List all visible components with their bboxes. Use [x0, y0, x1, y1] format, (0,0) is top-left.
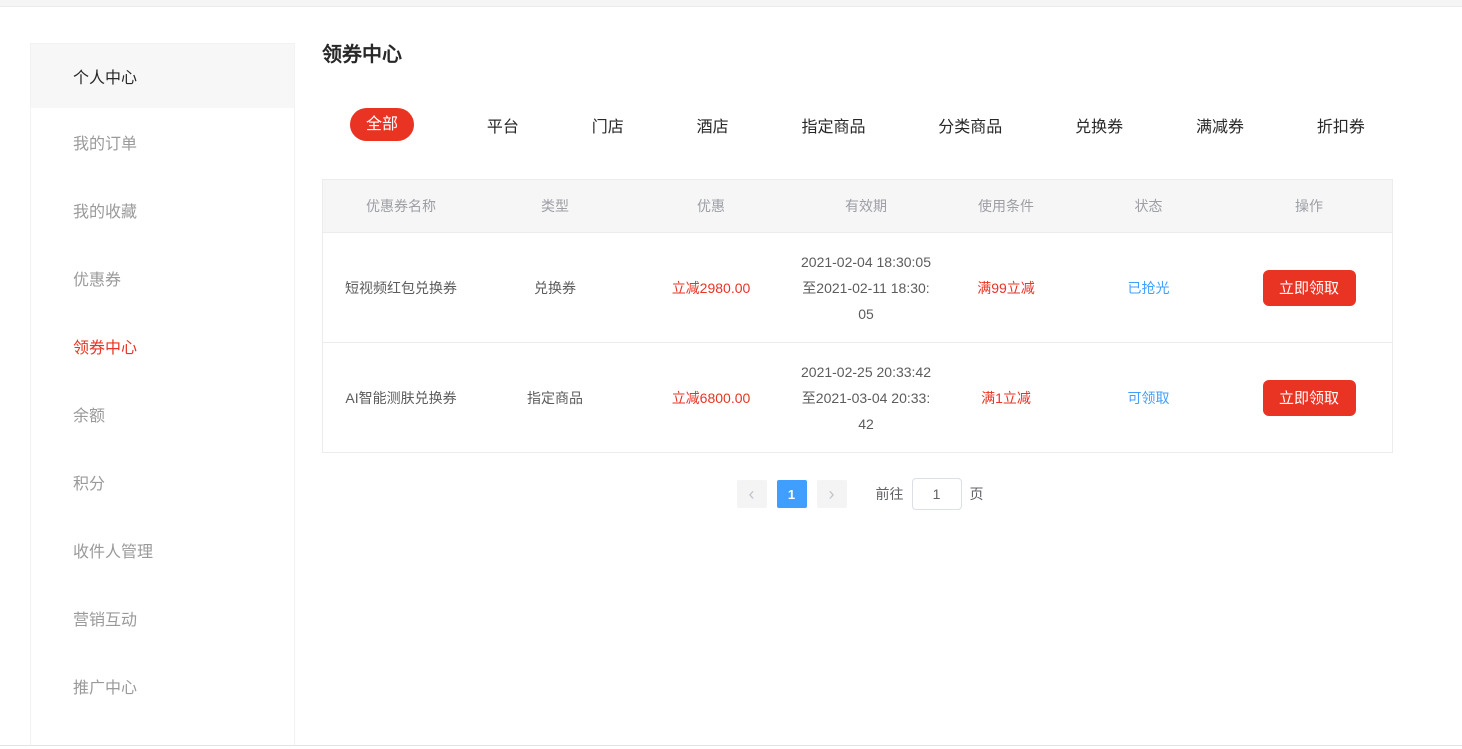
- coupon-category-tabs: 全部 平台 门店 酒店 指定商品 分类商品 兑换券 满减券 折扣券: [322, 108, 1393, 141]
- chevron-right-icon: ›: [829, 485, 835, 503]
- sidebar-item-coupon-center[interactable]: 领券中心: [31, 312, 294, 380]
- sidebar-item-promotion-center[interactable]: 推广中心: [31, 652, 294, 720]
- page-jumper: 前往 页: [876, 478, 984, 510]
- column-header-discount: 优惠: [631, 196, 791, 216]
- coupon-condition: 满1立减: [941, 388, 1071, 408]
- coupon-status: 可领取: [1071, 388, 1226, 408]
- table-row: 短视频红包兑换券 兑换券 立减2980.00 2021-02-04 18:30:…: [323, 232, 1392, 342]
- page-unit-label: 页: [970, 484, 984, 504]
- receive-now-button[interactable]: 立即领取: [1263, 270, 1356, 306]
- sidebar-item-recipient-management[interactable]: 收件人管理: [31, 516, 294, 584]
- tab-full-reduction-coupon[interactable]: 满减券: [1196, 113, 1244, 137]
- sidebar-item-label: 收件人管理: [73, 538, 153, 562]
- sidebar-item-marketing-interaction[interactable]: 营销互动: [31, 584, 294, 652]
- next-page-button[interactable]: ›: [817, 480, 847, 508]
- coupon-table: 优惠券名称 类型 优惠 有效期 使用条件 状态 操作 短视频红包兑换券 兑换券 …: [322, 179, 1393, 453]
- coupon-discount: 立减2980.00: [631, 278, 791, 298]
- sidebar-item-my-favorites[interactable]: 我的收藏: [31, 176, 294, 244]
- pagination: ‹ 1 › 前往 页: [322, 478, 1393, 510]
- user-center-sidebar: 个人中心 我的订单 我的收藏 优惠券 领券中心 余额 积分 收件人管理 营销互动…: [30, 43, 295, 745]
- sidebar-header: 个人中心: [31, 44, 294, 108]
- sidebar-item-label: 我的订单: [73, 130, 137, 154]
- tab-platform[interactable]: 平台: [487, 113, 519, 137]
- sidebar-item-my-orders[interactable]: 我的订单: [31, 108, 294, 176]
- coupon-type: 兑换券: [479, 278, 631, 298]
- sidebar-item-label: 余额: [73, 402, 105, 426]
- coupon-validity: 2021-02-25 20:33:42至2021-03-04 20:33:42: [800, 359, 932, 437]
- sidebar-item-label: 推广中心: [73, 674, 137, 698]
- sidebar-item-label: 领券中心: [73, 334, 137, 358]
- goto-page-input[interactable]: [912, 478, 962, 510]
- sidebar-item-label: 我的收藏: [73, 198, 137, 222]
- sidebar-item-balance[interactable]: 余额: [31, 380, 294, 448]
- tab-all[interactable]: 全部: [350, 108, 414, 141]
- goto-label: 前往: [876, 484, 904, 504]
- prev-page-button[interactable]: ‹: [737, 480, 767, 508]
- coupon-status: 已抢光: [1071, 278, 1226, 298]
- coupon-name: AI智能测肤兑换券: [323, 388, 479, 408]
- table-header-row: 优惠券名称 类型 优惠 有效期 使用条件 状态 操作: [323, 180, 1392, 232]
- sidebar-item-label: 优惠券: [73, 266, 121, 290]
- column-header-type: 类型: [479, 196, 631, 216]
- column-header-action: 操作: [1226, 196, 1392, 216]
- table-row: AI智能测肤兑换券 指定商品 立减6800.00 2021-02-25 20:3…: [323, 342, 1392, 452]
- coupon-condition: 满99立减: [941, 278, 1071, 298]
- column-header-status: 状态: [1071, 196, 1226, 216]
- sidebar-header-label: 个人中心: [73, 64, 137, 88]
- page-bottom-divider: [0, 745, 1462, 746]
- tab-specified-product[interactable]: 指定商品: [801, 113, 865, 137]
- tab-store[interactable]: 门店: [592, 113, 624, 137]
- chevron-left-icon: ‹: [749, 485, 755, 503]
- page-title: 领券中心: [322, 43, 1393, 67]
- coupon-discount: 立减6800.00: [631, 388, 791, 408]
- tab-discount-coupon[interactable]: 折扣券: [1317, 113, 1365, 137]
- tab-category-product[interactable]: 分类商品: [938, 113, 1002, 137]
- coupon-center-main: 领券中心 全部 平台 门店 酒店 指定商品 分类商品 兑换券 满减券 折扣券 优…: [322, 43, 1393, 510]
- tab-exchange-coupon[interactable]: 兑换券: [1075, 113, 1123, 137]
- column-header-validity: 有效期: [791, 196, 941, 216]
- column-header-condition: 使用条件: [941, 196, 1071, 216]
- sidebar-item-label: 积分: [73, 470, 105, 494]
- coupon-name: 短视频红包兑换券: [323, 278, 479, 298]
- column-header-coupon-name: 优惠券名称: [323, 196, 479, 216]
- tab-hotel[interactable]: 酒店: [697, 113, 729, 137]
- receive-now-button[interactable]: 立即领取: [1263, 380, 1356, 416]
- coupon-type: 指定商品: [479, 388, 631, 408]
- sidebar-item-label: 营销互动: [73, 606, 137, 630]
- coupon-validity: 2021-02-04 18:30:05至2021-02-11 18:30:05: [800, 249, 932, 327]
- sidebar-item-my-coupons[interactable]: 优惠券: [31, 244, 294, 312]
- top-bar: [0, 0, 1462, 7]
- sidebar-item-points[interactable]: 积分: [31, 448, 294, 516]
- page-number-button[interactable]: 1: [777, 480, 807, 508]
